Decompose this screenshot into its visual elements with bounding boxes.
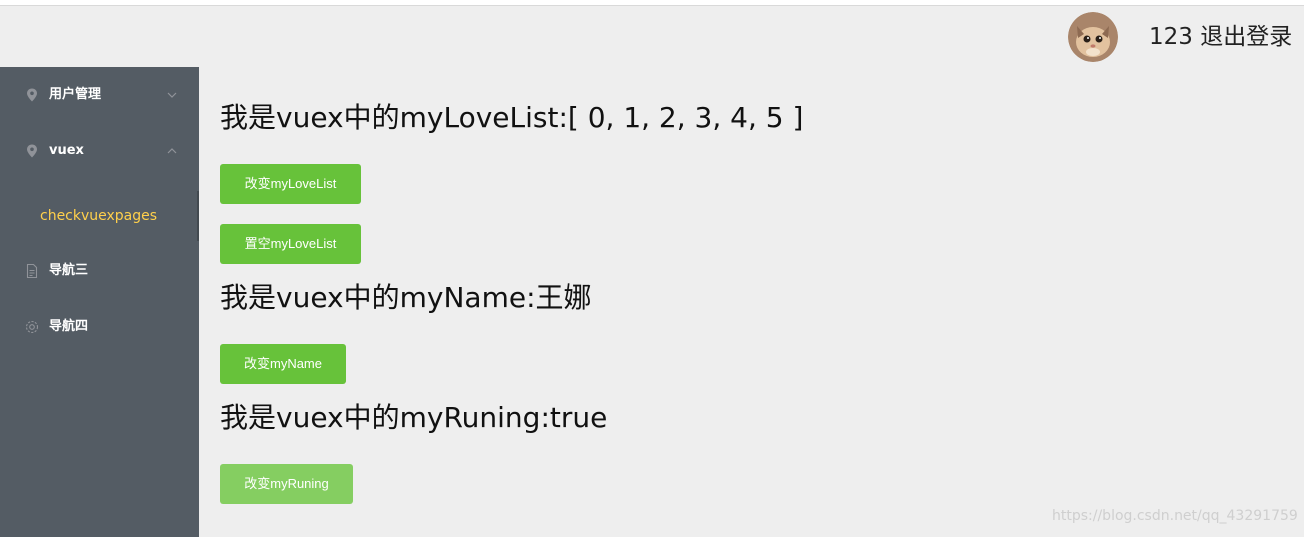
chevron-up-icon bbox=[166, 145, 178, 157]
sidebar-item-label: 导航四 bbox=[49, 319, 89, 334]
sidebar-item-user-management[interactable]: 用户管理 bbox=[0, 67, 199, 123]
sidebar-item-nav-three[interactable]: 导航三 bbox=[0, 243, 199, 299]
user-logout-link[interactable]: 123 退出登录 bbox=[1149, 22, 1292, 52]
change-runing-button[interactable]: 改变myRuning bbox=[220, 464, 353, 504]
location-icon bbox=[24, 87, 40, 103]
sidebar-subitem-checkvuexpages[interactable]: checkvuexpages bbox=[0, 191, 199, 241]
sidebar-item-label: 用户管理 bbox=[49, 87, 102, 102]
clear-love-list-button[interactable]: 置空myLoveList bbox=[220, 224, 361, 264]
header-bar: 123 退出登录 bbox=[0, 6, 1304, 67]
document-icon bbox=[24, 263, 40, 279]
love-list-text: 我是vuex中的myLoveList:[ 0, 1, 2, 3, 4, 5 ] bbox=[220, 101, 804, 134]
chevron-down-icon bbox=[166, 89, 178, 101]
runing-text: 我是vuex中的myRuning:true bbox=[220, 401, 608, 434]
name-text: 我是vuex中的myName:王娜 bbox=[220, 281, 592, 314]
sidebar-item-label: vuex bbox=[49, 143, 84, 158]
sidebar-menu: 用户管理 vuex checkvuexpages 导航三 导航四 bbox=[0, 67, 199, 537]
location-icon bbox=[24, 143, 40, 159]
watermark: https://blog.csdn.net/qq_43291759 bbox=[1052, 508, 1298, 524]
sidebar-item-label: 导航三 bbox=[49, 263, 89, 278]
gear-icon bbox=[24, 319, 40, 335]
sidebar-subitem-label: checkvuexpages bbox=[40, 208, 158, 224]
sidebar-item-nav-four[interactable]: 导航四 bbox=[0, 299, 199, 355]
change-love-list-button[interactable]: 改变myLoveList bbox=[220, 164, 361, 204]
sidebar-item-vuex[interactable]: vuex bbox=[0, 123, 199, 179]
avatar[interactable] bbox=[1068, 12, 1118, 62]
avatar-image bbox=[1068, 12, 1118, 62]
change-name-button[interactable]: 改变myName bbox=[220, 344, 346, 384]
